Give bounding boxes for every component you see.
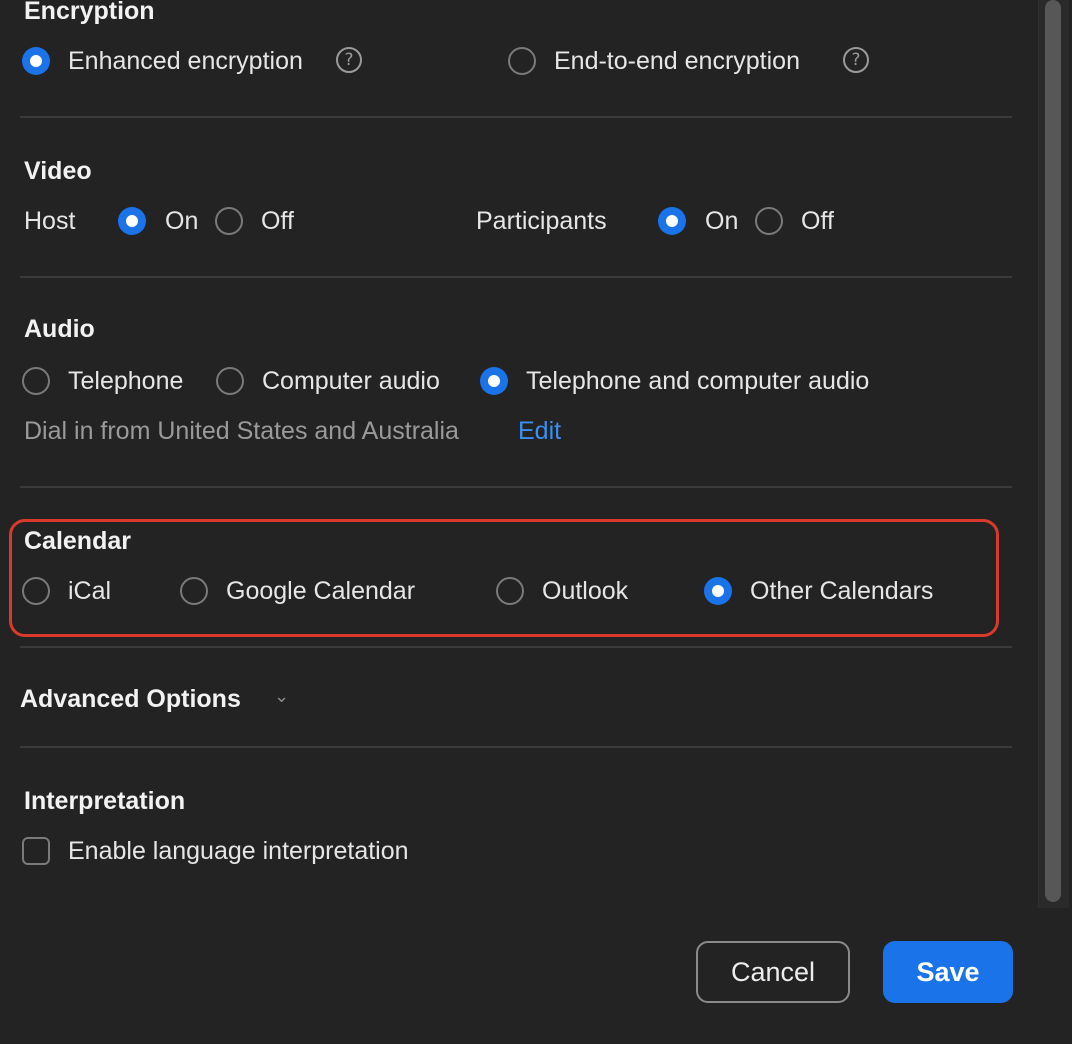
audio-both-radio[interactable]: [480, 367, 508, 395]
video-title: Video: [24, 157, 92, 185]
calendar-title: Calendar: [24, 527, 131, 555]
audio-telephone-radio[interactable]: [22, 367, 50, 395]
video-host-label: Host: [24, 207, 76, 235]
audio-computer-label: Computer audio: [262, 367, 440, 395]
host-video-on-label: On: [165, 207, 199, 235]
scrollbar-thumb[interactable]: [1045, 0, 1061, 902]
divider: [20, 116, 1012, 118]
divider: [20, 746, 1012, 748]
host-video-off-radio[interactable]: [215, 207, 243, 235]
calendar-other-radio[interactable]: [704, 577, 732, 605]
divider: [20, 486, 1012, 488]
calendar-ical-radio[interactable]: [22, 577, 50, 605]
enable-interpretation-label: Enable language interpretation: [68, 837, 409, 865]
enable-interpretation-checkbox[interactable]: [22, 837, 50, 865]
calendar-google-radio[interactable]: [180, 577, 208, 605]
host-video-off-label: Off: [261, 207, 294, 235]
interpretation-title: Interpretation: [24, 787, 186, 815]
end-to-end-encryption-label: End-to-end encryption: [554, 47, 800, 75]
help-icon[interactable]: ?: [336, 47, 362, 73]
participants-video-off-radio[interactable]: [755, 207, 783, 235]
advanced-options-toggle[interactable]: Advanced Options: [20, 684, 241, 714]
host-video-on-radio[interactable]: [118, 207, 146, 235]
calendar-google-label: Google Calendar: [226, 577, 416, 605]
participants-video-on-label: On: [705, 207, 739, 235]
audio-both-label: Telephone and computer audio: [526, 367, 870, 395]
calendar-outlook-label: Outlook: [542, 577, 629, 605]
chevron-down-icon[interactable]: ⌄: [274, 686, 289, 706]
video-participants-label: Participants: [476, 207, 607, 235]
divider: [20, 646, 1012, 648]
save-button[interactable]: Save: [883, 941, 1013, 1003]
audio-computer-radio[interactable]: [216, 367, 244, 395]
audio-telephone-label: Telephone: [68, 367, 184, 395]
enhanced-encryption-radio[interactable]: [22, 47, 50, 75]
calendar-outlook-radio[interactable]: [496, 577, 524, 605]
calendar-ical-label: iCal: [68, 577, 112, 605]
cancel-button[interactable]: Cancel: [696, 941, 850, 1003]
enhanced-encryption-label: Enhanced encryption: [68, 47, 303, 75]
calendar-other-label: Other Calendars: [750, 577, 934, 605]
participants-video-on-radio[interactable]: [658, 207, 686, 235]
divider: [20, 276, 1012, 278]
help-icon[interactable]: ?: [843, 47, 869, 73]
encryption-title: Encryption: [24, 0, 155, 25]
participants-video-off-label: Off: [801, 207, 834, 235]
end-to-end-encryption-radio[interactable]: [508, 47, 536, 75]
edit-dial-in-link[interactable]: Edit: [518, 416, 561, 446]
audio-title: Audio: [24, 315, 95, 343]
dial-in-text: Dial in from United States and Australia: [24, 417, 459, 445]
